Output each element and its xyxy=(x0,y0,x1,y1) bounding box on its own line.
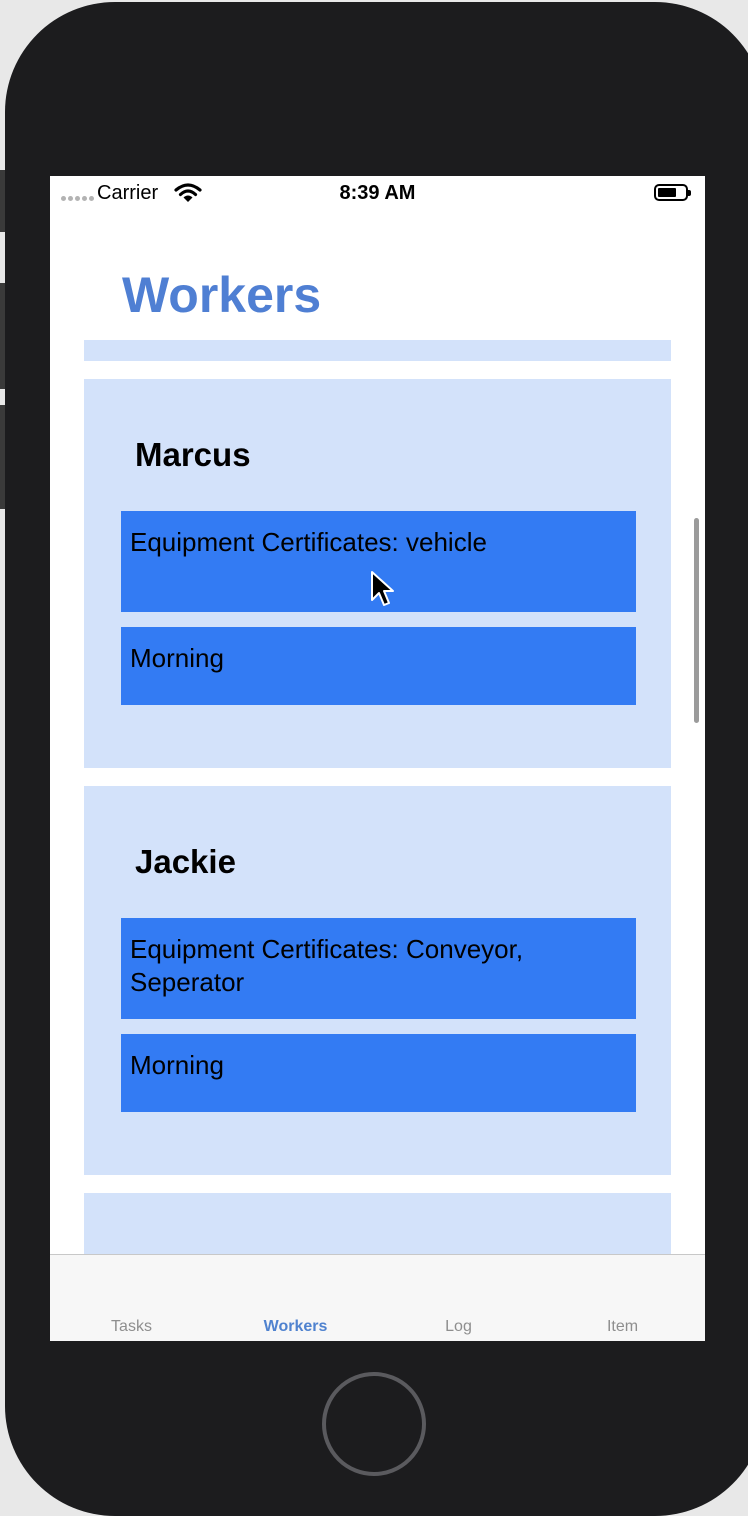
home-button[interactable] xyxy=(322,1372,426,1476)
status-bar: Carrier 8:39 AM xyxy=(50,176,705,212)
tab-workers[interactable]: Workers xyxy=(214,1255,377,1341)
shift-button[interactable]: Morning xyxy=(121,627,636,705)
app-screen: Carrier 8:39 AM Workers Marcus Equipment… xyxy=(50,176,705,1341)
tab-label: Item xyxy=(606,1318,639,1335)
shift-button[interactable]: Morning xyxy=(121,1034,636,1112)
tab-item[interactable]: Item xyxy=(541,1255,704,1341)
tab-log[interactable]: Log xyxy=(377,1255,540,1341)
page-title: Workers xyxy=(122,267,322,323)
tab-label: Workers xyxy=(263,1318,328,1335)
tab-label: Tasks xyxy=(111,1318,152,1335)
tab-label: Log xyxy=(445,1318,472,1335)
vertical-scrollbar[interactable] xyxy=(694,518,699,723)
battery-icon xyxy=(654,184,691,201)
tab-bar: Tasks Workers Log Item xyxy=(50,1254,705,1341)
worker-card-partial xyxy=(84,1193,671,1263)
status-time: 8:39 AM xyxy=(339,182,416,204)
worker-card-partial xyxy=(84,340,671,361)
tab-tasks[interactable]: Tasks xyxy=(50,1255,213,1341)
worker-name: Jackie xyxy=(135,843,236,880)
worker-card: Jackie Equipment Certificates: Conveyor,… xyxy=(84,786,671,1175)
certificates-button[interactable]: Equipment Certificates: Conveyor, Sepera… xyxy=(121,918,636,1019)
mouse-pointer-icon xyxy=(371,571,394,606)
worker-name: Marcus xyxy=(135,436,251,473)
